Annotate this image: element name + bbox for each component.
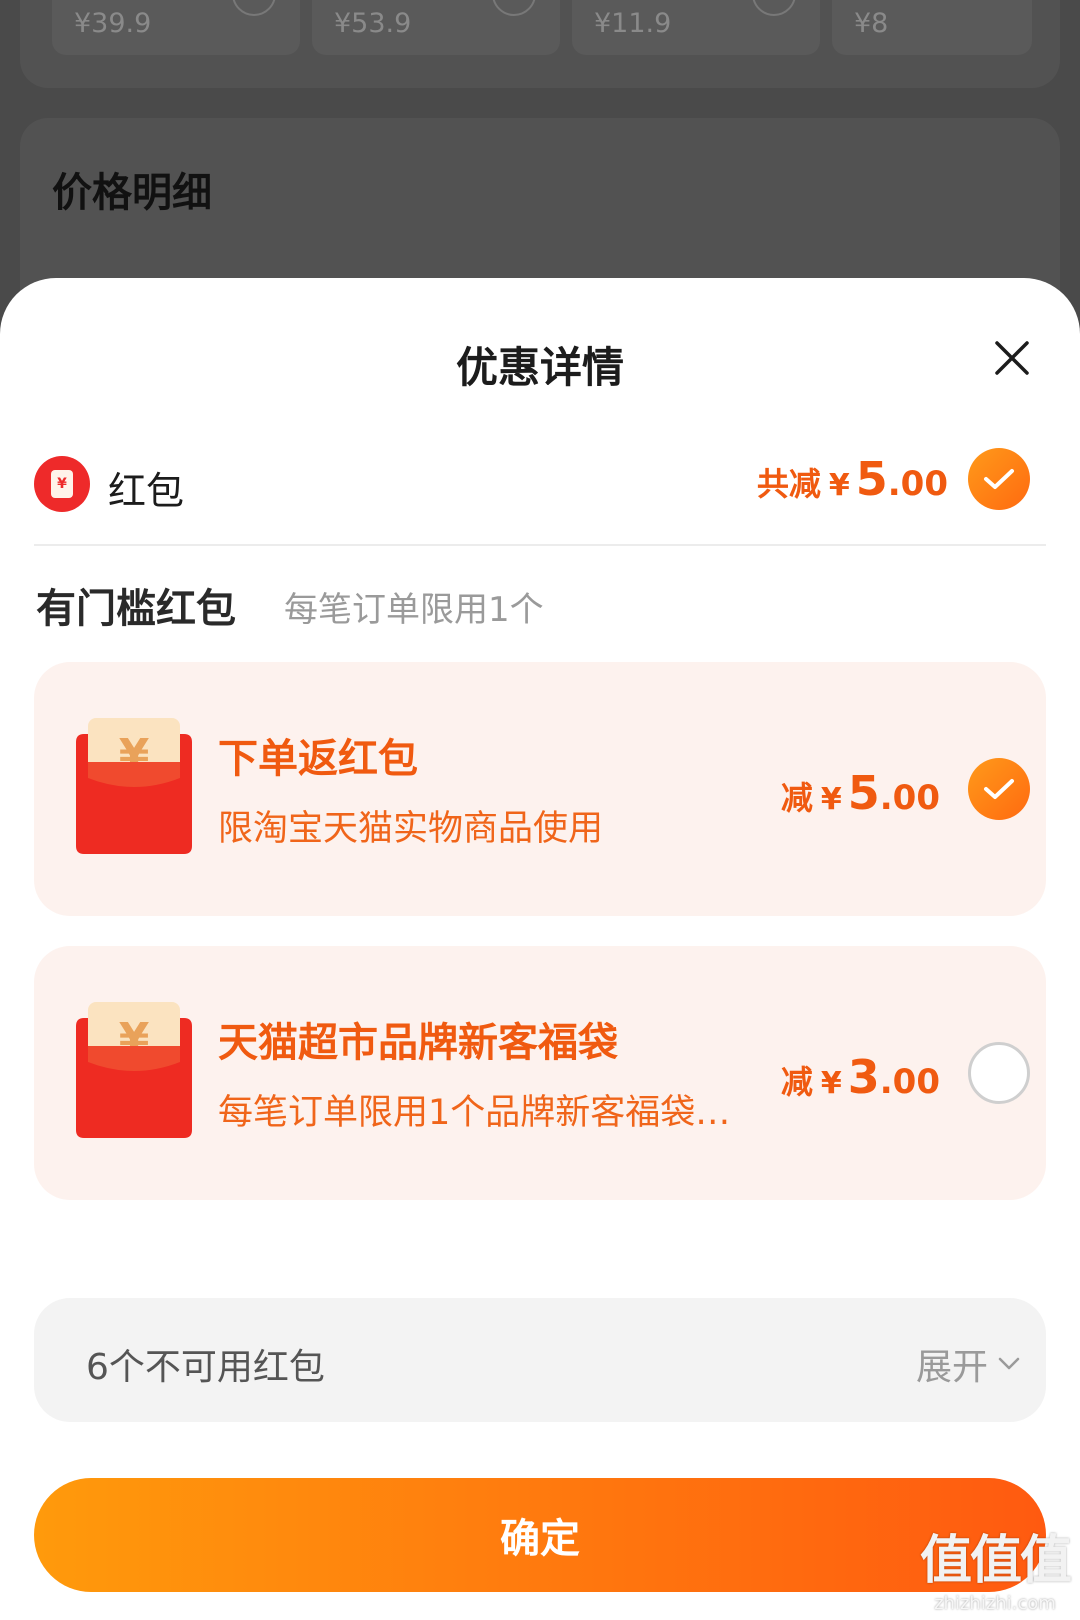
coupon-card[interactable]: ¥ 天猫超市品牌新客福袋 每笔订单限用1个品牌新客福袋红包 减 ¥ 3 .00 xyxy=(34,946,1046,1200)
expand-toggle[interactable]: 展开 xyxy=(916,1338,1020,1390)
total-amount-int: 5 xyxy=(855,452,888,506)
price-option-label: ¥8 xyxy=(854,8,889,39)
red-packet-checkbox[interactable] xyxy=(968,448,1030,510)
radio-icon xyxy=(752,0,796,16)
section-title: 有门槛红包 xyxy=(36,586,236,632)
red-packet-icon: ¥ xyxy=(34,456,90,512)
unavailable-red-packets-row[interactable]: 6个不可用红包 展开 xyxy=(34,1298,1046,1422)
chevron-down-icon xyxy=(998,1357,1020,1370)
coupon-checkbox[interactable] xyxy=(968,758,1030,820)
total-label: 共减 xyxy=(756,465,821,503)
price-option-label: ¥11.9 xyxy=(594,8,672,39)
total-amount-dec: .00 xyxy=(887,464,948,504)
watermark-logo: 值值值 xyxy=(919,1531,1072,1591)
amount-int: 3 xyxy=(847,1050,880,1104)
close-icon xyxy=(995,341,1029,375)
coupon-card[interactable]: ¥ 下单返红包 限淘宝天猫实物商品使用 减 ¥ 5 .00 xyxy=(34,662,1046,916)
coupon-amount: 减 ¥ 5 .00 xyxy=(781,766,940,820)
coupon-title: 天猫超市品牌新客福袋 xyxy=(218,1020,618,1066)
coupon-checkbox[interactable] xyxy=(968,1042,1030,1104)
discount-details-sheet: 优惠详情 ¥ 红包 共减 ¥ 5 .00 有门槛红包 每笔订单限用1个 ¥ 下单… xyxy=(0,278,1080,1620)
background-page: ¥39.9 ¥53.9 ¥11.9 ¥8 价格明细 xyxy=(0,0,1080,378)
price-option-label: ¥53.9 xyxy=(334,8,412,39)
sheet-title: 优惠详情 xyxy=(455,343,624,392)
red-envelope-icon: ¥ xyxy=(76,718,192,854)
confirm-button[interactable]: 确定 xyxy=(34,1478,1046,1592)
price-detail-title: 价格明细 xyxy=(52,170,212,216)
radio-icon xyxy=(232,0,276,16)
amount-currency: ¥ xyxy=(820,782,842,817)
watermark: 值值值 zhizhizhi.com xyxy=(919,1518,1072,1614)
price-option: ¥39.9 xyxy=(52,0,300,55)
amount-int: 5 xyxy=(847,766,880,820)
close-button[interactable] xyxy=(984,330,1040,386)
check-icon xyxy=(984,779,1014,799)
check-icon xyxy=(984,469,1014,489)
amount-dec: .00 xyxy=(879,1062,940,1102)
price-option: ¥53.9 xyxy=(312,0,560,55)
amount-label: 减 xyxy=(780,1063,813,1101)
price-option: ¥8 xyxy=(832,0,1032,55)
price-option-label: ¥39.9 xyxy=(74,8,152,39)
amount-currency: ¥ xyxy=(820,1066,842,1101)
radio-icon xyxy=(492,0,536,16)
coupon-amount: 减 ¥ 3 .00 xyxy=(781,1050,940,1104)
expand-label: 展开 xyxy=(915,1347,988,1388)
coupon-description: 限淘宝天猫实物商品使用 xyxy=(218,809,604,849)
coupon-description: 每笔订单限用1个品牌新客福袋红包 xyxy=(218,1093,748,1133)
section-subtitle: 每笔订单限用1个 xyxy=(284,590,544,630)
unavailable-label: 6个不可用红包 xyxy=(86,1347,325,1388)
price-option: ¥11.9 xyxy=(572,0,820,55)
red-envelope-icon: ¥ xyxy=(76,1002,192,1138)
red-packet-label: 红包 xyxy=(108,469,185,513)
amount-dec: .00 xyxy=(879,778,940,818)
coupon-title: 下单返红包 xyxy=(218,736,418,782)
watermark-url: zhizhizhi.com xyxy=(934,1593,1056,1614)
amount-label: 减 xyxy=(780,779,813,817)
red-packet-header: ¥ 红包 共减 ¥ 5 .00 xyxy=(34,448,1046,548)
total-currency: ¥ xyxy=(828,468,850,503)
red-packet-total: 共减 ¥ 5 .00 xyxy=(757,452,948,506)
divider xyxy=(34,544,1046,546)
